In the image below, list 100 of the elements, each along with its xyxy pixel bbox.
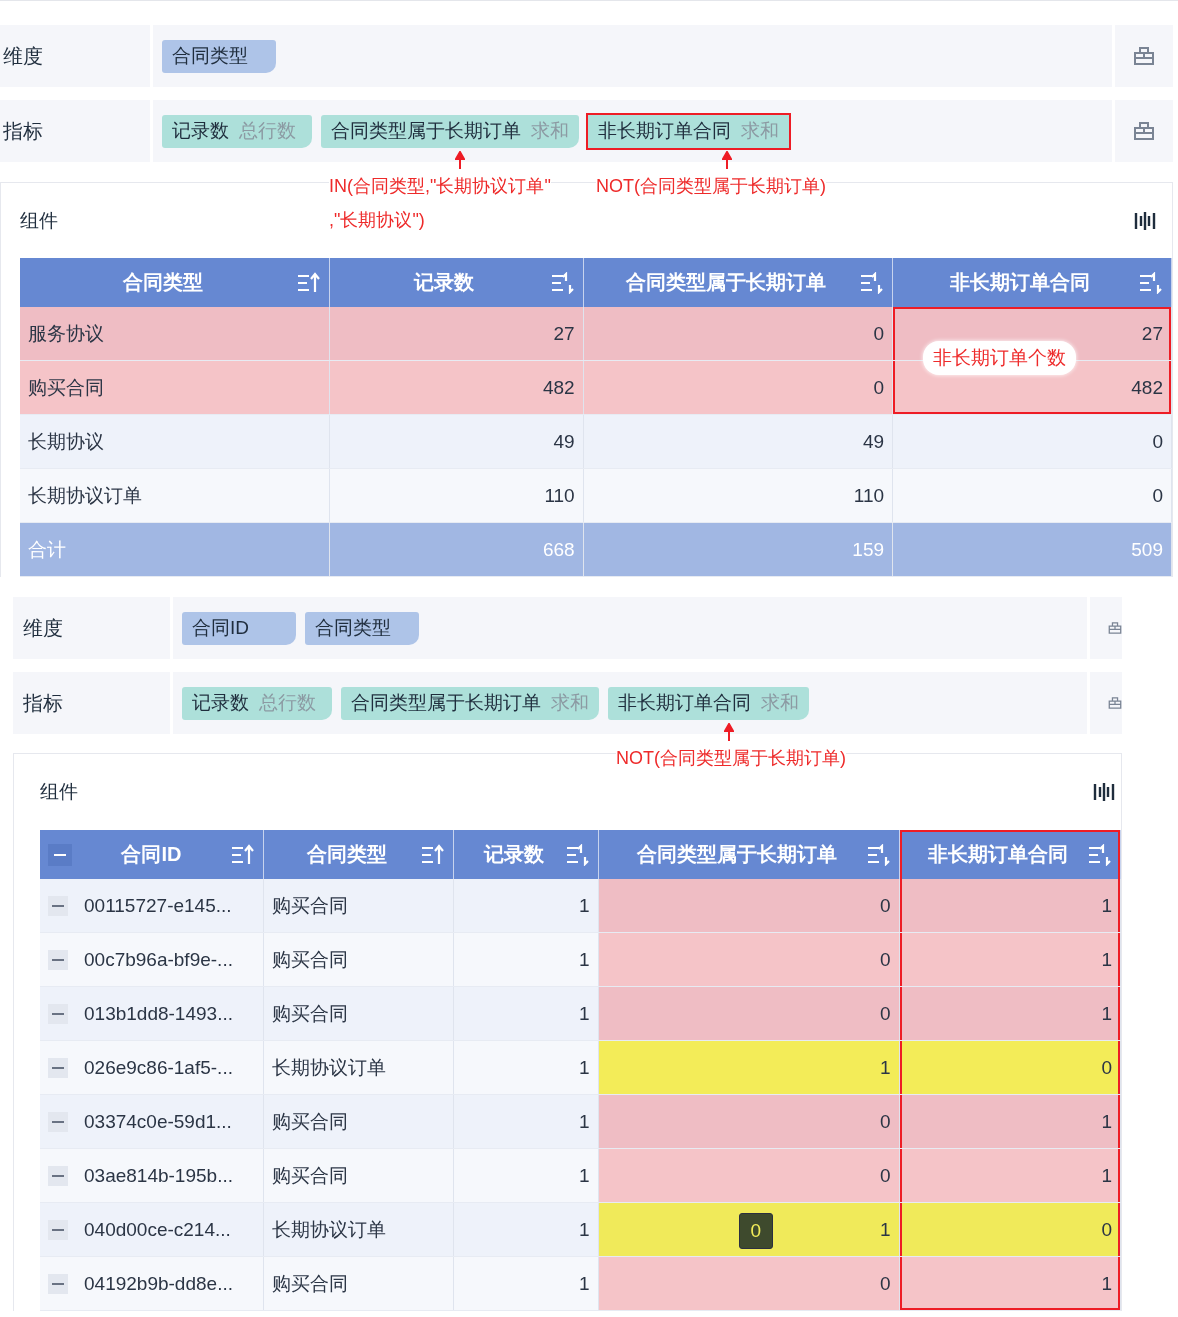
collapse-icon[interactable] (48, 1219, 68, 1240)
table-cell-text: 长期协议 (28, 429, 104, 454)
metric-chip[interactable]: 非长期订单合同 求和 (608, 686, 809, 720)
table-cell: 0 (1101, 1218, 1112, 1241)
table-cell: 1 (1101, 948, 1112, 971)
table-cell: 0 (880, 948, 891, 971)
hierarchy-icon[interactable] (1133, 121, 1155, 141)
table-cell: 0 (873, 376, 885, 399)
sort-ascending-icon[interactable] (297, 271, 322, 294)
collapse-icon[interactable] (48, 1165, 68, 1186)
table-cell: 27 (553, 322, 575, 345)
table-cell: 1 (1101, 894, 1112, 917)
table-cell: 0 (873, 322, 885, 345)
dimension-label: 维度 (13, 597, 170, 659)
table-cell: 110 (544, 484, 575, 507)
chart-icon[interactable] (1093, 781, 1115, 803)
table-cell: 04192b9b-dd8e... (84, 1272, 233, 1295)
metric-chip[interactable]: 记录数 总行数 (162, 114, 312, 148)
table-cell: 0 (1152, 430, 1163, 453)
total-cell: 159 (852, 538, 885, 560)
table-cell: 1 (1101, 1164, 1112, 1187)
table-cell: 0 (880, 894, 891, 917)
total-cell: 668 (542, 538, 575, 560)
sort-icon[interactable] (550, 271, 575, 294)
dimension-chip[interactable]: 合同类型 (162, 39, 276, 73)
table-cell: 03ae814b-195b... (84, 1164, 233, 1187)
total-cell: 509 (1131, 538, 1163, 560)
total-cell: 合计 (28, 538, 66, 560)
table-cell: 1 (579, 1272, 590, 1295)
table-cell-text: 购买合同 (271, 1271, 348, 1296)
collapse-icon[interactable] (48, 949, 68, 970)
tooltip: 0 (738, 1213, 774, 1249)
metric-label: 指标 (0, 100, 150, 162)
table-cell: 0 (880, 1272, 891, 1295)
table-cell-text: 长期协议订单 (28, 483, 142, 508)
component-title: 组件 (20, 208, 58, 233)
collapse-icon[interactable] (48, 843, 72, 866)
metric-chip[interactable]: 记录数 总行数 (182, 686, 332, 720)
collapse-icon[interactable] (48, 895, 68, 916)
dimension-chip[interactable]: 合同类型 (305, 611, 419, 645)
sort-icon[interactable] (1139, 271, 1163, 294)
metric-name: 非长期订单合同 (598, 119, 731, 143)
table-cell: 0 (880, 1002, 891, 1025)
table-cell: 482 (1131, 376, 1163, 399)
dimension-chip[interactable]: 合同ID (182, 611, 296, 645)
table-cell: 1 (579, 1056, 590, 1079)
table-cell: 0 (880, 1110, 891, 1133)
collapse-icon[interactable] (48, 1003, 68, 1024)
aggregation-label: 求和 (741, 119, 779, 143)
table-cell: 026e9c86-1af5-... (84, 1056, 233, 1079)
table-cell: 1 (579, 948, 590, 971)
table-cell-text: 服务协议 (28, 321, 104, 346)
metric-name: 记录数 (192, 691, 249, 715)
metric-name: 合同类型属于长期订单 (351, 691, 541, 715)
collapse-icon[interactable] (48, 1111, 68, 1132)
table-cell: 1 (579, 1218, 590, 1241)
aggregation-label: 求和 (761, 691, 799, 715)
table-cell: 1 (880, 1218, 891, 1241)
table-cell: 27 (1141, 322, 1163, 345)
sort-icon[interactable] (1088, 843, 1112, 866)
table-cell: 0 (1152, 484, 1163, 507)
collapse-icon[interactable] (48, 1273, 68, 1294)
table-cell: 1 (579, 1164, 590, 1187)
metric-name: 非长期订单合同 (618, 691, 751, 715)
sort-icon[interactable] (565, 843, 590, 866)
sort-ascending-icon[interactable] (421, 843, 446, 866)
table-cell: 00115727-e145... (84, 894, 232, 917)
aggregation-label: 求和 (531, 119, 569, 143)
table-cell: 013b1dd8-1493... (84, 1002, 233, 1025)
aggregation-label: 总行数 (259, 691, 316, 715)
table-cell-text: 购买合同 (271, 1109, 348, 1134)
component-title: 组件 (40, 780, 78, 804)
table-cell: 040d00ce-c214... (84, 1218, 231, 1241)
table-cell: 03374c0e-59d1... (84, 1110, 232, 1133)
table-cell: 1 (579, 894, 590, 917)
arrow-icon (724, 722, 734, 743)
aggregation-label: 总行数 (239, 119, 296, 143)
table-cell-text: 购买合同 (271, 893, 348, 918)
table-cell: 1 (880, 1056, 891, 1079)
metric-chip[interactable]: 合同类型属于长期订单 求和 (341, 686, 599, 720)
sort-icon[interactable] (866, 843, 891, 866)
hierarchy-icon[interactable] (1133, 46, 1155, 66)
table-cell: 00c7b96a-bf9e-... (84, 948, 233, 971)
collapse-icon[interactable] (48, 1057, 68, 1078)
metric-chip[interactable]: 非长期订单合同 求和 (588, 114, 789, 148)
table-cell-text: 长期协议订单 (271, 1217, 386, 1242)
table-cell: 1 (579, 1110, 590, 1133)
metric-chip[interactable]: 合同类型属于长期订单 求和 (321, 114, 579, 148)
sort-ascending-icon[interactable] (230, 843, 255, 866)
table-cell: 1 (1101, 1002, 1112, 1025)
chart-icon[interactable] (1134, 209, 1156, 232)
aggregation-label: 求和 (551, 691, 589, 715)
arrow-icon (722, 150, 732, 171)
sort-icon[interactable] (860, 271, 885, 294)
callout-annotation: 非长期订单个数 (923, 341, 1077, 375)
metric-label: 指标 (13, 672, 170, 734)
table-cell-text: 长期协议订单 (271, 1055, 386, 1080)
table-cell-text: 购买合同 (28, 375, 104, 400)
table-cell: 49 (862, 430, 885, 453)
table-cell: 110 (853, 484, 885, 507)
